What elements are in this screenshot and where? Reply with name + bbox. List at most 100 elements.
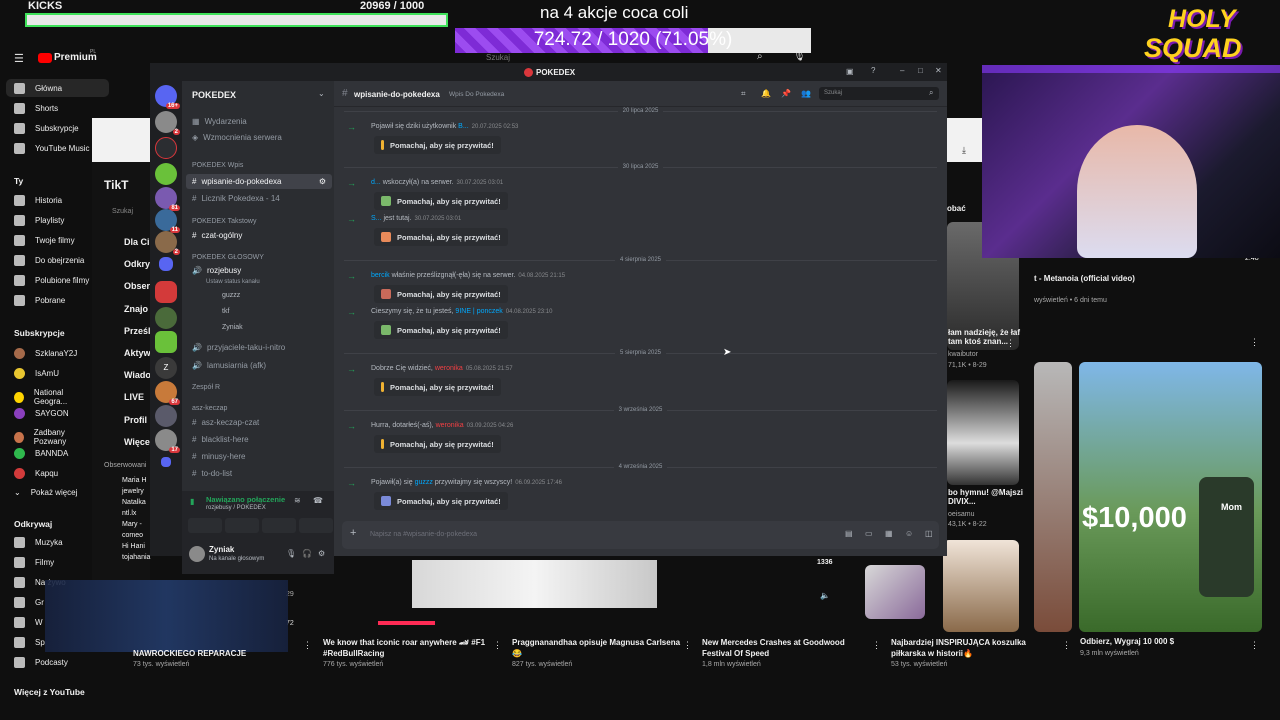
list-item[interactable]: Mary -: [122, 519, 150, 530]
server-icon[interactable]: [155, 137, 177, 159]
tiktok-menu-item[interactable]: Odkry: [102, 253, 151, 275]
tiktok-menu-item[interactable]: Profil: [102, 409, 151, 431]
voice-user[interactable]: guzzz: [222, 292, 240, 299]
sidebar-item-music2[interactable]: Muzyka: [14, 537, 63, 548]
server-icon[interactable]: [155, 405, 177, 427]
volume-icon[interactable]: 🔈: [820, 591, 830, 600]
sidebar-sub[interactable]: Zadbany Pozwany: [14, 428, 92, 446]
category-wpis[interactable]: POKEDEX Wpis: [192, 162, 243, 169]
tiktok-menu-item[interactable]: Wiado: [102, 364, 151, 386]
voice-user[interactable]: tkf: [222, 308, 229, 315]
youtube-search-input[interactable]: Szukaj: [486, 53, 510, 62]
camera-off-button[interactable]: [188, 518, 222, 533]
category-glosowy[interactable]: POKEDEX GŁOSOWY: [192, 254, 264, 261]
channel-wpisanie[interactable]: # wpisanie-do-pokedexa ⚙: [186, 174, 332, 189]
menu-icon[interactable]: ☰: [14, 52, 24, 65]
tiktok-menu-item[interactable]: Dla Ci: [102, 231, 151, 253]
emoji-icon[interactable]: ☺: [905, 529, 913, 538]
server-icon[interactable]: 2: [155, 231, 180, 255]
channel-czat[interactable]: # czat-ogólny: [192, 231, 242, 240]
category-zespol[interactable]: Zespół R: [192, 384, 220, 391]
server-icon[interactable]: 81: [155, 187, 180, 211]
sidebar-item-shorts[interactable]: Shorts: [14, 103, 58, 114]
sidebar-item-movies[interactable]: Filmy: [14, 557, 54, 568]
sidebar-item-sport[interactable]: Sp: [14, 637, 45, 648]
sidebar-sub[interactable]: IsAmU: [14, 368, 59, 379]
bell-icon[interactable]: 🔔: [761, 89, 771, 98]
more-icon[interactable]: ⋮: [1250, 640, 1259, 651]
message-user[interactable]: 9INE | ponczek: [455, 308, 502, 315]
message-user[interactable]: weronika: [435, 365, 463, 372]
video-title[interactable]: We know that iconic roar anywhere 🏎 #F1 …: [323, 637, 493, 659]
wave-button[interactable]: Pomachaj, aby się przywitać!: [374, 192, 508, 210]
list-item[interactable]: Maria H: [122, 475, 150, 486]
server-icon[interactable]: [155, 331, 177, 353]
server-icon[interactable]: Z: [155, 357, 177, 379]
voice-user[interactable]: Zyniak: [222, 324, 243, 331]
folder-icon[interactable]: [161, 457, 171, 467]
message-user[interactable]: d...: [371, 179, 381, 186]
tiktok-menu-item[interactable]: Znajo: [102, 298, 151, 320]
more-icon[interactable]: ⋮: [493, 640, 502, 651]
members-icon[interactable]: 👥: [801, 89, 811, 98]
list-item[interactable]: Natalka: [122, 497, 150, 508]
sidebar-item-games[interactable]: Gr: [14, 597, 44, 608]
message-user[interactable]: B...: [458, 123, 469, 130]
video-title[interactable]: New Mercedes Crashes at Goodwood Festiva…: [702, 637, 872, 659]
channel-topic[interactable]: Wpis Do Pokedexa: [449, 91, 504, 98]
maximize-icon[interactable]: □: [918, 66, 923, 75]
help-icon[interactable]: ?: [871, 66, 875, 75]
sidebar-sub[interactable]: BANNDA: [14, 448, 68, 459]
category-takstowy[interactable]: POKEDEX Takstowy: [192, 218, 256, 225]
sidebar-item-playlists[interactable]: Playlisty: [14, 215, 64, 226]
add-attachment-icon[interactable]: +: [350, 527, 356, 539]
sidebar-item-home[interactable]: Główna: [14, 83, 62, 94]
user-name[interactable]: Zyniak: [209, 545, 234, 554]
list-item[interactable]: Hi Hani: [122, 541, 150, 552]
voice-status[interactable]: Ustaw status kanału: [206, 279, 260, 285]
channel[interactable]: # to-do-list: [192, 469, 232, 478]
server-icon[interactable]: 17: [155, 429, 180, 453]
sidebar-heading-you[interactable]: Ty: [14, 176, 23, 186]
soundboard-button[interactable]: [299, 518, 333, 533]
sidebar-heading-subscriptions[interactable]: Subskrypcje: [14, 328, 65, 338]
video-title[interactable]: Odbierz, Wygraj 10 000 $: [1080, 637, 1250, 646]
video-thumbnail[interactable]: [943, 540, 1019, 632]
wave-button[interactable]: Pomachaj, aby się przywitać!: [374, 492, 508, 510]
video-title[interactable]: bo hymnu! @Majszi DIVIX...: [948, 488, 1023, 506]
server-icon[interactable]: 2: [155, 111, 180, 135]
video-thumbnail[interactable]: [1034, 362, 1072, 632]
tiktok-search[interactable]: Szukaj: [112, 208, 133, 215]
noise-icon[interactable]: ≋: [294, 496, 301, 505]
tiktok-menu-item[interactable]: LIVE: [102, 386, 151, 408]
apps-icon[interactable]: ◫: [925, 529, 933, 538]
voice-channel[interactable]: 🔊 lamusiarnia (afk): [192, 361, 266, 370]
channel[interactable]: # blacklist-here: [192, 435, 249, 444]
download-icon[interactable]: ⤓: [962, 145, 966, 156]
avatar[interactable]: [189, 546, 205, 562]
list-item[interactable]: tojahania: [122, 552, 150, 563]
video-title[interactable]: Najbardziej INSPIRUJĄCA koszulka piłkars…: [891, 637, 1061, 659]
message-user[interactable]: guzzz: [415, 479, 433, 486]
channel-licznik[interactable]: # Licznik Pokedexa - 14: [192, 194, 280, 203]
gear-icon[interactable]: ⚙: [318, 549, 325, 558]
sticker-icon[interactable]: ▦: [885, 529, 893, 538]
wave-button[interactable]: Pomachaj, aby się przywitać!: [374, 285, 508, 303]
tiktok-menu-item[interactable]: Prześl: [102, 320, 151, 342]
sidebar-item-watch-later[interactable]: Do obejrzenia: [14, 255, 84, 266]
more-icon[interactable]: ⋮: [1062, 640, 1071, 651]
headphones-icon[interactable]: 🎧: [302, 549, 312, 558]
message-user[interactable]: S...: [371, 215, 382, 222]
wave-button[interactable]: Pomachaj, aby się przywitać!: [374, 228, 508, 246]
more-icon[interactable]: ⋮: [1006, 338, 1015, 349]
list-item[interactable]: ntl.lx: [122, 508, 150, 519]
video-player-area[interactable]: [412, 560, 657, 608]
message-composer[interactable]: + Napisz na #wpisanie-do-pokedexa ▤ ▭ ▦ …: [342, 521, 939, 549]
gift-icon[interactable]: ▤: [845, 529, 853, 538]
tiktok-menu-item[interactable]: Aktyw: [102, 342, 151, 364]
server-icon[interactable]: 11: [155, 209, 180, 233]
server-icon[interactable]: [155, 163, 177, 185]
youtube-logo-icon[interactable]: [38, 53, 52, 63]
voice-connected-label[interactable]: Nawiązano połączenie: [206, 495, 285, 504]
server-icon[interactable]: [155, 307, 177, 329]
